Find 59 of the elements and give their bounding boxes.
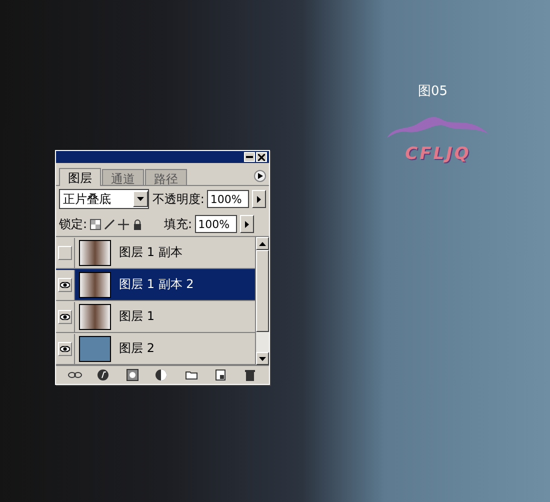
opacity-label: 不透明度:: [152, 190, 204, 208]
layer-style-icon[interactable]: [96, 369, 111, 381]
opacity-field[interactable]: 100%: [207, 190, 250, 208]
folder-icon[interactable]: [184, 369, 199, 381]
logo-text: CFLJQ: [405, 144, 471, 164]
minimize-button[interactable]: [244, 152, 255, 162]
eye-icon: [60, 346, 70, 352]
adjustment-icon[interactable]: [155, 369, 170, 381]
panel-tab[interactable]: 路径: [145, 169, 187, 185]
lock-transparency-icon[interactable]: [90, 218, 102, 230]
fill-slider-button[interactable]: [240, 215, 254, 233]
layer-name: 图层 1: [119, 308, 154, 325]
fill-field[interactable]: 100%: [195, 215, 238, 233]
photo-thumbnail: [79, 304, 111, 330]
opacity-slider-button[interactable]: [252, 190, 266, 208]
caret-up-icon: [259, 242, 266, 246]
caret-down-icon: [259, 356, 266, 360]
caret-down-icon: [137, 197, 144, 201]
mask-icon[interactable]: [126, 369, 140, 381]
layer-name: 图层 2: [119, 340, 154, 357]
photo-thumbnail: [79, 272, 111, 298]
scroll-up-button[interactable]: [256, 237, 269, 250]
scroll-thumb[interactable]: [256, 250, 269, 332]
layer-name: 图层 1 副本: [119, 244, 182, 261]
photo-thumbnail: [79, 240, 111, 266]
blend-mode-select[interactable]: 正片叠底: [59, 189, 150, 209]
layer-row[interactable]: 图层 1 副本: [56, 237, 255, 269]
scroll-down-button[interactable]: [256, 352, 269, 365]
eye-icon: [60, 282, 70, 288]
layer-row[interactable]: 图层 2: [56, 333, 255, 365]
panel-tab[interactable]: 图层: [59, 168, 101, 186]
visibility-toggle[interactable]: [58, 342, 72, 356]
panel-tab[interactable]: 通道: [102, 169, 144, 185]
triangle-right-icon: [257, 196, 262, 202]
fill-label: 填充:: [164, 216, 192, 232]
move-icon[interactable]: [118, 218, 130, 230]
dropdown-button[interactable]: [133, 191, 148, 207]
visibility-toggle[interactable]: [58, 246, 72, 260]
triangle-right-icon: [245, 220, 250, 228]
visibility-toggle[interactable]: [58, 278, 72, 292]
layer-name: 图层 1 副本 2: [119, 276, 194, 293]
close-button[interactable]: [256, 152, 267, 162]
minimize-icon: [246, 156, 253, 158]
layer-row[interactable]: 图层 1 副本 2: [56, 269, 255, 301]
new-layer-icon[interactable]: [214, 369, 228, 381]
lock-label: 锁定:: [59, 216, 88, 232]
triangle-right-icon: [258, 173, 262, 179]
close-icon: [258, 154, 265, 160]
eye-icon: [60, 314, 70, 320]
trash-icon[interactable]: [243, 369, 258, 381]
lock-icon[interactable]: [132, 218, 144, 230]
layer-row[interactable]: 图层 1: [56, 301, 255, 333]
brush-icon[interactable]: [104, 218, 116, 230]
visibility-toggle[interactable]: [58, 310, 72, 324]
figure-label: 图05: [418, 83, 448, 100]
link-icon[interactable]: [68, 369, 82, 381]
color-thumbnail: [79, 336, 111, 362]
scroll-bar[interactable]: [255, 237, 269, 365]
panel-menu-button[interactable]: [254, 170, 266, 182]
